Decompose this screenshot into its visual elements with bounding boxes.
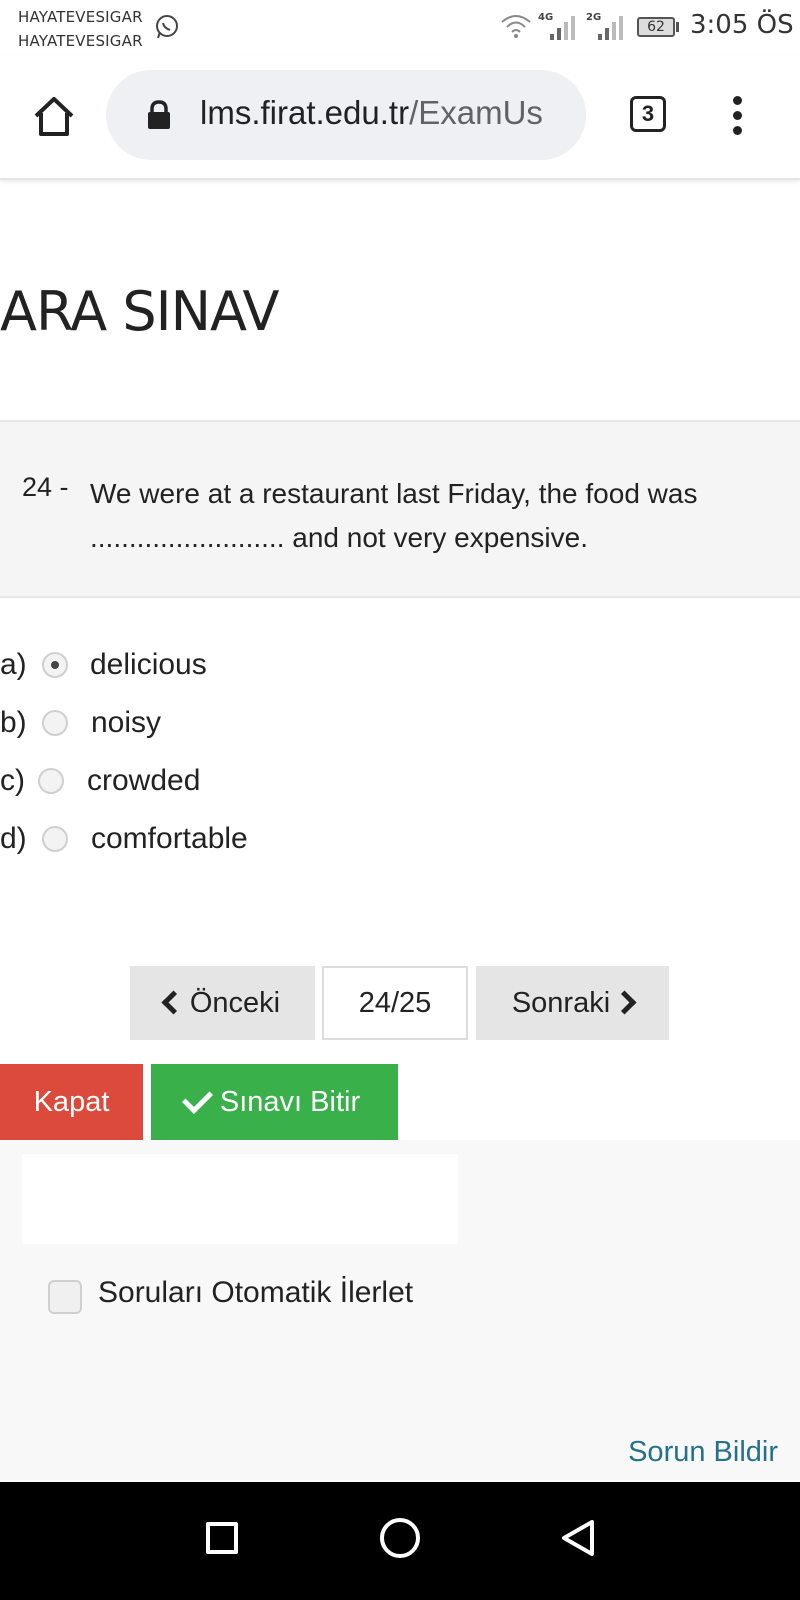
browser-toolbar: lms.firat.edu.tr/ExamUs 3 [0, 56, 800, 180]
whatsapp-icon [156, 15, 178, 39]
overflow-menu-icon[interactable] [724, 96, 750, 136]
radio-button-a[interactable] [42, 652, 68, 678]
check-icon [181, 1082, 213, 1114]
home-nav-icon[interactable] [380, 1518, 420, 1558]
lock-icon [148, 100, 170, 129]
system-navigation-bar [0, 1482, 800, 1600]
option-letter: d) [0, 822, 27, 855]
answer-option-b[interactable]: b) noisy [0, 702, 420, 746]
previous-label: Önceki [189, 987, 281, 1019]
url-fade [546, 70, 586, 160]
question-number: 24 - [22, 472, 69, 502]
exam-footer: Soruları Otomatik İlerlet Sorun Bildir [0, 1140, 800, 1480]
option-label: delicious [90, 648, 207, 681]
chevron-left-icon [161, 990, 186, 1015]
url-text: lms.firat.edu.tr/ExamUs [200, 94, 543, 132]
carrier-name-2: HAYATEVESIGAR [18, 32, 143, 50]
close-button[interactable]: Kapat [0, 1064, 143, 1140]
page-indicator: 24/25 [322, 966, 468, 1040]
option-letter: a) [0, 648, 27, 681]
battery-tip [676, 22, 679, 32]
option-label: comfortable [91, 822, 248, 855]
option-letter: c) [0, 764, 25, 797]
finish-exam-button[interactable]: Sınavı Bitir [151, 1064, 398, 1140]
option-letter: b) [0, 706, 27, 739]
previous-button[interactable]: Önceki [130, 966, 315, 1040]
auto-advance-label: Soruları Otomatik İlerlet [98, 1276, 414, 1309]
report-problem-link[interactable]: Sorun Bildir [628, 1436, 778, 1469]
signal-icon-1 [550, 16, 575, 40]
home-icon[interactable] [30, 92, 78, 140]
clock: 3:05 ÖS [690, 10, 794, 40]
question-text: We were at a restaurant last Friday, the… [90, 478, 698, 553]
signal-icon-2 [598, 16, 623, 40]
blank-panel [22, 1154, 458, 1244]
radio-button-c[interactable] [38, 768, 64, 794]
option-label: crowded [87, 764, 201, 797]
question-panel: 24 - We were at a restaurant last Friday… [0, 420, 800, 598]
finish-exam-label: Sınavı Bitir [219, 1086, 361, 1118]
radio-button-d[interactable] [42, 826, 68, 852]
option-label: noisy [91, 706, 162, 739]
answer-option-d[interactable]: d) comfortable [0, 818, 420, 862]
wifi-icon [501, 15, 531, 38]
url-host: lms.firat.edu.tr [200, 94, 410, 131]
status-bar: HAYATEVESIGAR HAYATEVESIGAR 4G 2G 62 3:0… [0, 0, 800, 56]
next-button[interactable]: Sonraki [476, 966, 669, 1040]
tab-switcher-button[interactable]: 3 [630, 96, 666, 132]
auto-advance-checkbox[interactable] [48, 1280, 82, 1314]
address-bar[interactable]: lms.firat.edu.tr/ExamUs [106, 70, 586, 160]
next-label: Sonraki [511, 987, 611, 1019]
radio-button-b[interactable] [42, 710, 68, 736]
url-path: /ExamUs [409, 94, 543, 131]
carrier-name-1: HAYATEVESIGAR [18, 8, 143, 26]
battery-icon: 62 [637, 17, 675, 37]
recents-icon[interactable] [206, 1522, 238, 1554]
chevron-right-icon [612, 990, 637, 1015]
page-title: ARA SINAV [0, 280, 279, 343]
answer-option-c[interactable]: c) crowded [0, 760, 420, 804]
answer-option-a[interactable]: a) delicious [0, 644, 420, 688]
back-icon[interactable] [560, 1518, 596, 1558]
